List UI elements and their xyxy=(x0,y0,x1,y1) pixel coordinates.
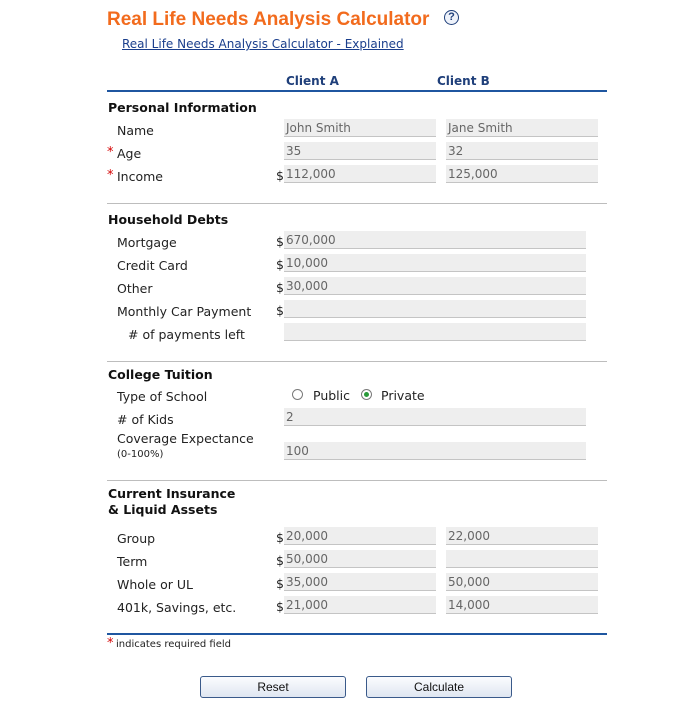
header-divider xyxy=(107,90,607,92)
whole-ul-label: Whole or UL xyxy=(117,577,193,592)
section-divider xyxy=(107,203,607,204)
term-field-client-a[interactable]: 50,000 xyxy=(284,550,436,568)
client-a-header: Client A xyxy=(286,74,339,88)
school-type-label: Type of School xyxy=(117,389,208,404)
required-note: indicates required field xyxy=(116,639,231,650)
dollar-sign: $ xyxy=(276,234,284,249)
calculate-button[interactable]: Calculate xyxy=(366,676,512,698)
radio-public[interactable] xyxy=(292,389,303,400)
mortgage-field[interactable]: 670,000 xyxy=(284,231,586,249)
help-icon[interactable]: ? xyxy=(444,10,459,25)
dollar-sign: $ xyxy=(276,257,284,272)
income-field-client-b[interactable]: 125,000 xyxy=(446,165,598,183)
credit-card-label: Credit Card xyxy=(117,258,188,273)
required-star-icon: * xyxy=(107,636,114,651)
required-star-icon: * xyxy=(107,145,114,160)
radio-private[interactable] xyxy=(361,389,372,400)
credit-card-field[interactable]: 10,000 xyxy=(284,254,586,272)
mortgage-label: Mortgage xyxy=(117,235,177,250)
kids-field[interactable]: 2 xyxy=(284,408,586,426)
radio-public-label[interactable]: Public xyxy=(313,388,350,403)
other-debt-field[interactable]: 30,000 xyxy=(284,277,586,295)
section-divider xyxy=(107,480,607,481)
coverage-label: Coverage Expectance xyxy=(117,431,254,446)
coverage-field[interactable]: 100 xyxy=(284,442,586,460)
dollar-sign: $ xyxy=(276,530,284,545)
name-field-client-b[interactable]: Jane Smith xyxy=(446,119,598,137)
dollar-sign: $ xyxy=(276,553,284,568)
coverage-range-label: (0-100%) xyxy=(117,449,164,460)
page-title: Real Life Needs Analysis Calculator xyxy=(107,9,430,30)
section-college-tuition: College Tuition xyxy=(108,367,213,382)
car-payment-label: Monthly Car Payment xyxy=(117,304,252,319)
payments-left-field[interactable] xyxy=(284,323,586,341)
radio-private-label[interactable]: Private xyxy=(381,388,425,403)
section-household-debts: Household Debts xyxy=(108,212,229,227)
section-divider xyxy=(107,361,607,362)
explained-link[interactable]: Real Life Needs Analysis Calculator - Ex… xyxy=(122,37,404,51)
term-label: Term xyxy=(117,554,148,569)
reset-button[interactable]: Reset xyxy=(200,676,346,698)
dollar-sign: $ xyxy=(276,599,284,614)
age-label: Age xyxy=(117,146,142,161)
term-field-client-b[interactable] xyxy=(446,550,598,568)
income-field-client-a[interactable]: 112,000 xyxy=(284,165,436,183)
savings-field-client-b[interactable]: 14,000 xyxy=(446,596,598,614)
dollar-sign: $ xyxy=(276,576,284,591)
savings-label: 401k, Savings, etc. xyxy=(117,600,237,615)
group-label: Group xyxy=(117,531,156,546)
name-label: Name xyxy=(117,123,154,138)
required-star-icon: * xyxy=(107,168,114,183)
name-field-client-a[interactable]: John Smith xyxy=(284,119,436,137)
dollar-sign: $ xyxy=(276,280,284,295)
whole-ul-field-client-b[interactable]: 50,000 xyxy=(446,573,598,591)
footer-divider xyxy=(107,633,607,635)
payments-left-label: # of payments left xyxy=(128,327,245,342)
client-b-header: Client B xyxy=(437,74,490,88)
age-field-client-b[interactable]: 32 xyxy=(446,142,598,160)
section-personal-information: Personal Information xyxy=(108,100,257,115)
dollar-sign: $ xyxy=(276,168,284,183)
car-payment-field[interactable] xyxy=(284,300,586,318)
dollar-sign: $ xyxy=(276,303,284,318)
group-field-client-b[interactable]: 22,000 xyxy=(446,527,598,545)
age-field-client-a[interactable]: 35 xyxy=(284,142,436,160)
whole-ul-field-client-a[interactable]: 35,000 xyxy=(284,573,436,591)
income-label: Income xyxy=(117,169,163,184)
section-liquid-assets: & Liquid Assets xyxy=(108,502,218,517)
kids-label: # of Kids xyxy=(117,412,174,427)
group-field-client-a[interactable]: 20,000 xyxy=(284,527,436,545)
savings-field-client-a[interactable]: 21,000 xyxy=(284,596,436,614)
other-debt-label: Other xyxy=(117,281,153,296)
section-current-insurance: Current Insurance xyxy=(108,486,236,501)
